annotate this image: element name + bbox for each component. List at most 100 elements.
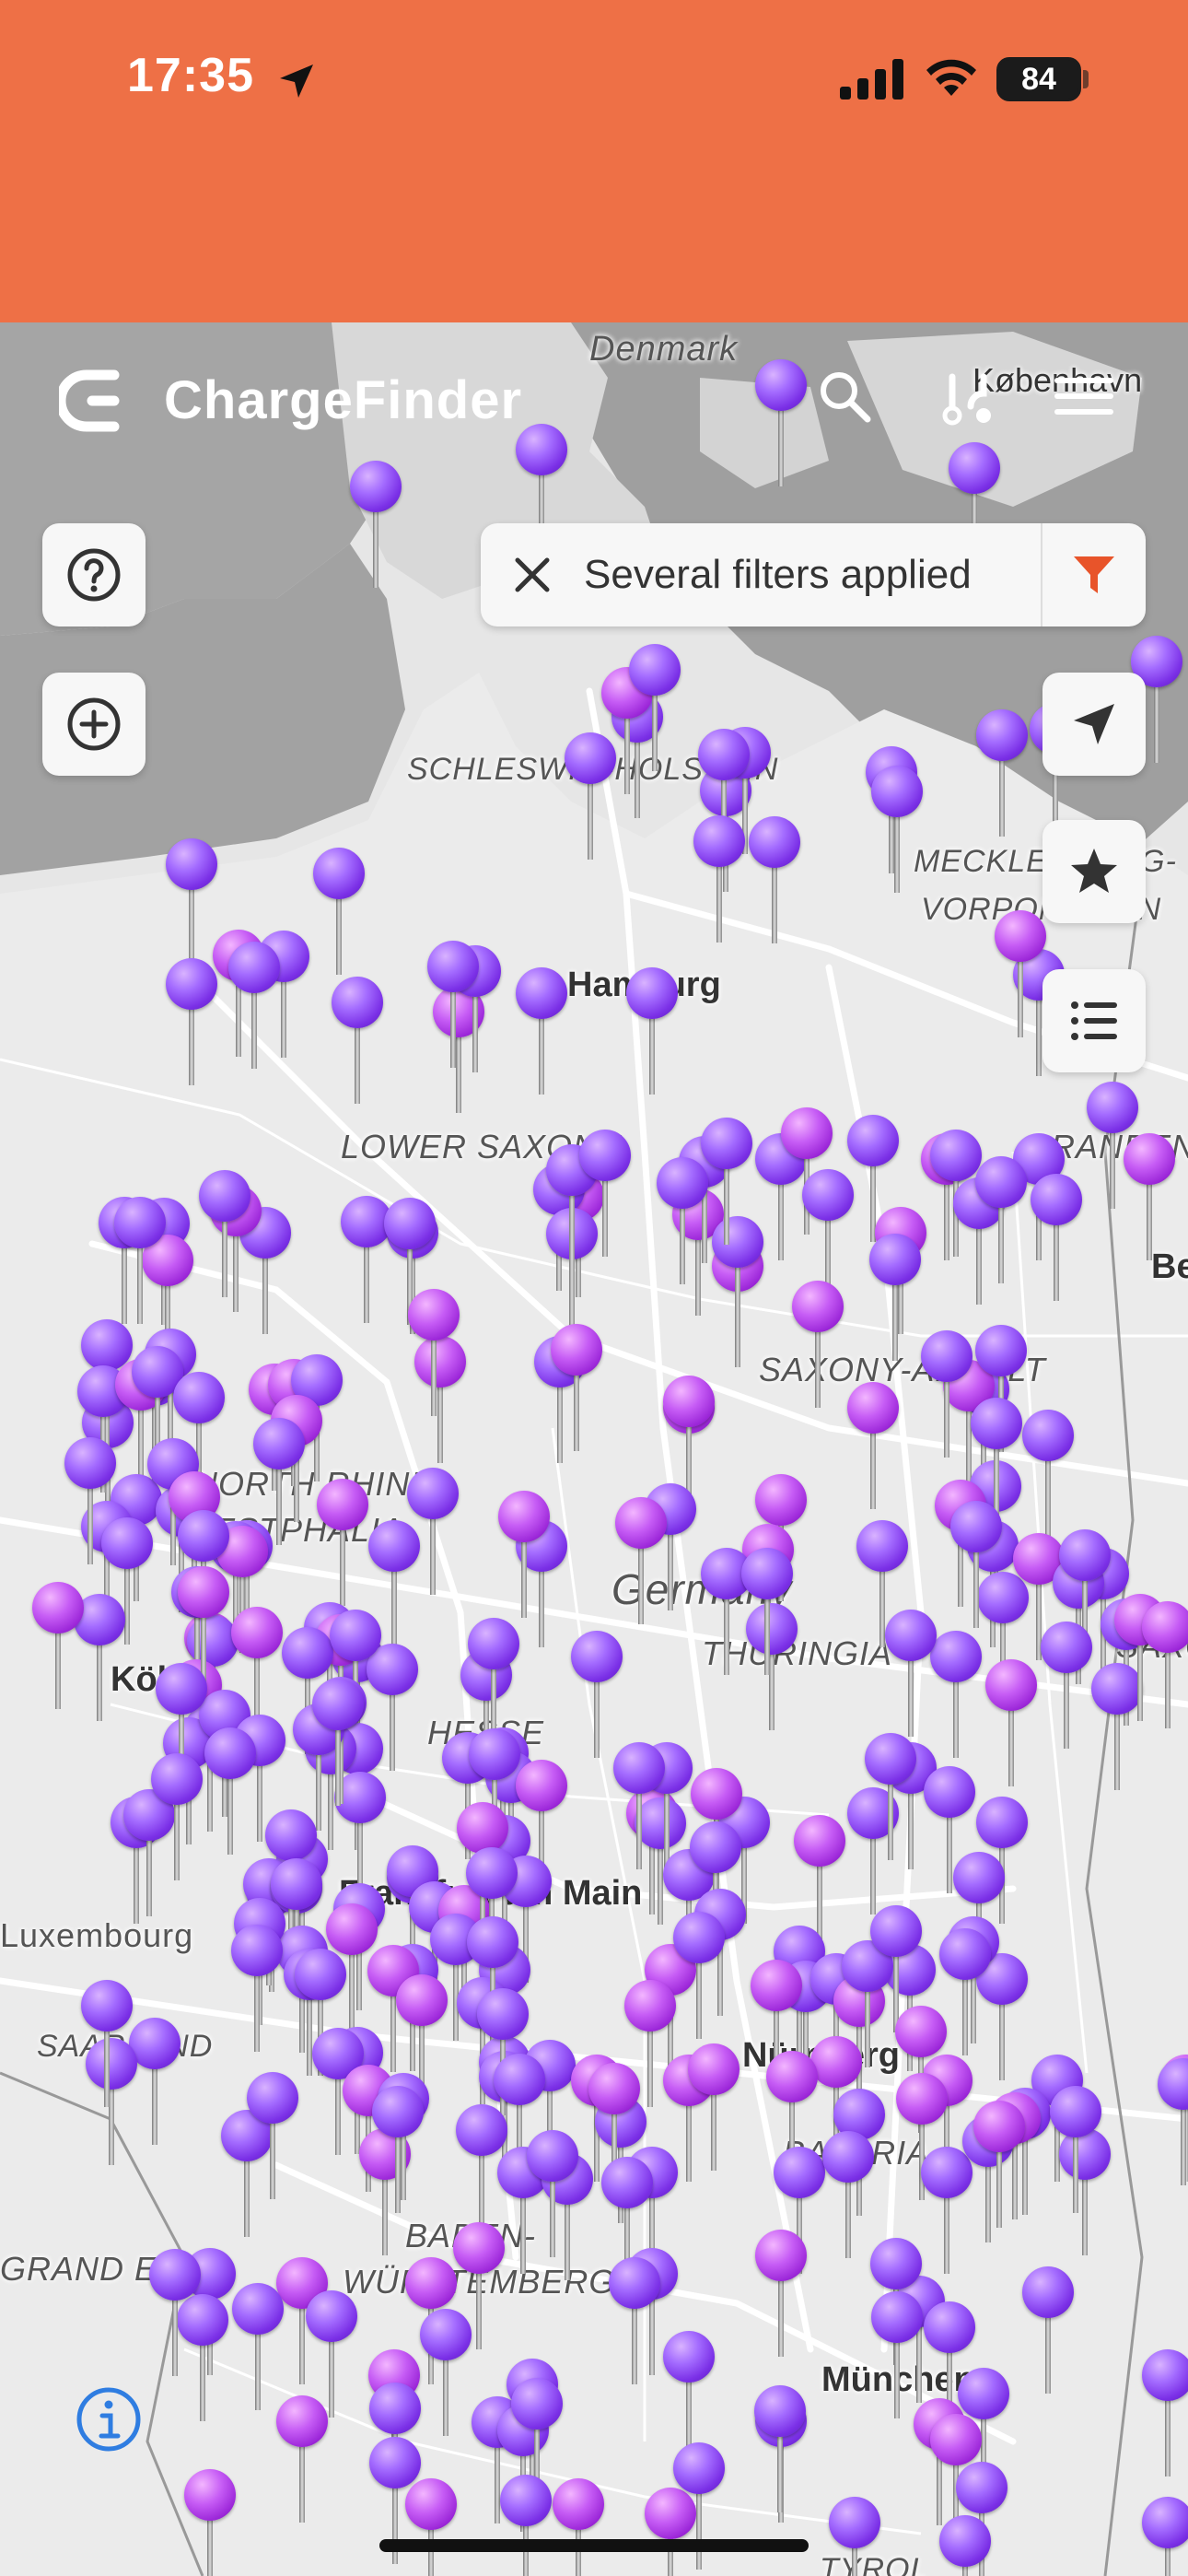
pin-head [498, 1491, 550, 1542]
charger-pin[interactable] [995, 910, 1050, 1039]
charger-pin[interactable] [1142, 2349, 1188, 2478]
search-icon[interactable] [814, 366, 875, 427]
charger-pin[interactable] [939, 2515, 995, 2576]
charger-pin[interactable] [985, 1659, 1041, 1788]
charger-pin[interactable] [551, 1324, 606, 1453]
charger-pin[interactable] [794, 1815, 849, 1944]
charger-pin[interactable] [276, 2395, 332, 2524]
pin-stick [270, 2122, 275, 2199]
pin-stick [588, 782, 593, 860]
list-view-button[interactable] [1042, 969, 1146, 1072]
charger-pin[interactable] [456, 2104, 511, 2233]
charger-pin[interactable] [865, 1733, 920, 1862]
charger-pin[interactable] [755, 359, 810, 488]
charger-pin[interactable] [1031, 1174, 1086, 1303]
charger-pin[interactable] [701, 1118, 756, 1247]
charger-pin[interactable] [673, 1912, 728, 2041]
map-view[interactable]: Denmark København SCHLESWIG-HOLSTEIN MEC… [0, 322, 1188, 2576]
charger-pin[interactable] [1022, 2266, 1077, 2395]
charger-pin[interactable] [1041, 1622, 1096, 1751]
charger-pin[interactable] [407, 1468, 462, 1597]
charger-pin[interactable] [615, 1497, 670, 1626]
charger-pin[interactable] [950, 1501, 1006, 1630]
charger-pin[interactable] [184, 2469, 239, 2576]
charger-pin[interactable] [1142, 2497, 1188, 2576]
charger-pin[interactable] [527, 2130, 582, 2259]
charger-pin[interactable] [871, 766, 926, 895]
favorites-button[interactable] [1042, 820, 1146, 923]
charger-pin[interactable] [626, 967, 681, 1096]
pin-head [551, 1324, 602, 1376]
charger-pin[interactable] [688, 2043, 743, 2172]
charger-pin[interactable] [663, 2331, 718, 2460]
menu-icon[interactable] [1054, 366, 1114, 427]
charger-pin[interactable] [553, 2478, 608, 2576]
charger-pin[interactable] [151, 1753, 206, 1882]
charger-pin[interactable] [1158, 2058, 1188, 2187]
pin-head [588, 2063, 640, 2114]
charger-pin[interactable] [571, 1631, 626, 1760]
pin-head [896, 2073, 948, 2125]
charger-pin[interactable] [673, 2442, 728, 2571]
charger-pin[interactable] [114, 1197, 169, 1326]
charger-pin[interactable] [313, 848, 368, 977]
charger-pin[interactable] [869, 1234, 925, 1363]
charger-pin[interactable] [498, 1491, 553, 1620]
charger-pin[interactable] [921, 1330, 976, 1459]
charger-pin[interactable] [32, 1582, 87, 1711]
charger-pin[interactable] [822, 2131, 878, 2260]
charger-pin[interactable] [749, 816, 804, 945]
charger-pin[interactable] [453, 2222, 508, 2351]
charger-pin[interactable] [613, 1742, 669, 1871]
charger-pin[interactable] [231, 1925, 286, 2054]
charger-pin[interactable] [1142, 1601, 1188, 1730]
charger-pin[interactable] [976, 709, 1031, 838]
my-location-button[interactable] [1042, 673, 1146, 776]
charger-pin[interactable] [317, 1479, 372, 1608]
clear-filters-button[interactable] [481, 523, 584, 626]
charger-pin[interactable] [693, 815, 749, 944]
charger-pin[interactable] [312, 1679, 367, 1808]
charger-pin[interactable] [924, 1766, 979, 1895]
charger-pin[interactable] [350, 461, 405, 590]
charger-pin[interactable] [975, 1156, 1031, 1285]
charger-pin[interactable] [1050, 2086, 1105, 2215]
charger-pin[interactable] [199, 1170, 254, 1299]
help-button[interactable] [42, 523, 146, 626]
charger-pin[interactable] [408, 1289, 463, 1418]
pin-stick [892, 1283, 898, 1361]
charger-pin[interactable] [741, 1548, 797, 1677]
map-info-icon[interactable] [74, 2384, 144, 2454]
charger-pin[interactable] [973, 2101, 1029, 2230]
charger-pin[interactable] [149, 2249, 204, 2378]
charger-pin[interactable] [500, 2475, 555, 2576]
charger-pin[interactable] [232, 2283, 287, 2412]
charger-pin[interactable] [579, 1130, 635, 1259]
charger-pin[interactable] [847, 1382, 903, 1511]
charger-pin[interactable] [755, 2230, 810, 2359]
filter-button[interactable] [1041, 523, 1146, 626]
charger-pin[interactable] [516, 967, 571, 1096]
charger-pin[interactable] [81, 1980, 136, 2109]
charger-pin[interactable] [1022, 1410, 1077, 1539]
charger-pin[interactable] [372, 2086, 427, 2215]
charger-pin[interactable] [64, 1437, 120, 1566]
charger-pin[interactable] [754, 2385, 809, 2514]
charger-pin[interactable] [609, 2257, 664, 2386]
add-charger-button[interactable] [42, 673, 146, 776]
charger-pin[interactable] [802, 1169, 857, 1298]
charger-pin[interactable] [228, 942, 284, 1071]
charger-pin[interactable] [829, 2497, 884, 2576]
charger-pin[interactable] [332, 977, 387, 1106]
charger-pin[interactable] [427, 941, 483, 1070]
charger-pin[interactable] [885, 1610, 940, 1739]
pin-head [178, 1510, 229, 1562]
charger-pin[interactable] [247, 2072, 302, 2201]
charger-pin[interactable] [629, 644, 684, 773]
charger-pin[interactable] [792, 1281, 847, 1410]
filters-label[interactable]: Several filters applied [584, 552, 1041, 598]
help-icon [67, 548, 121, 602]
charger-pin[interactable] [1087, 1082, 1142, 1211]
charger-pin[interactable] [204, 1727, 260, 1856]
route-icon[interactable] [938, 366, 998, 427]
